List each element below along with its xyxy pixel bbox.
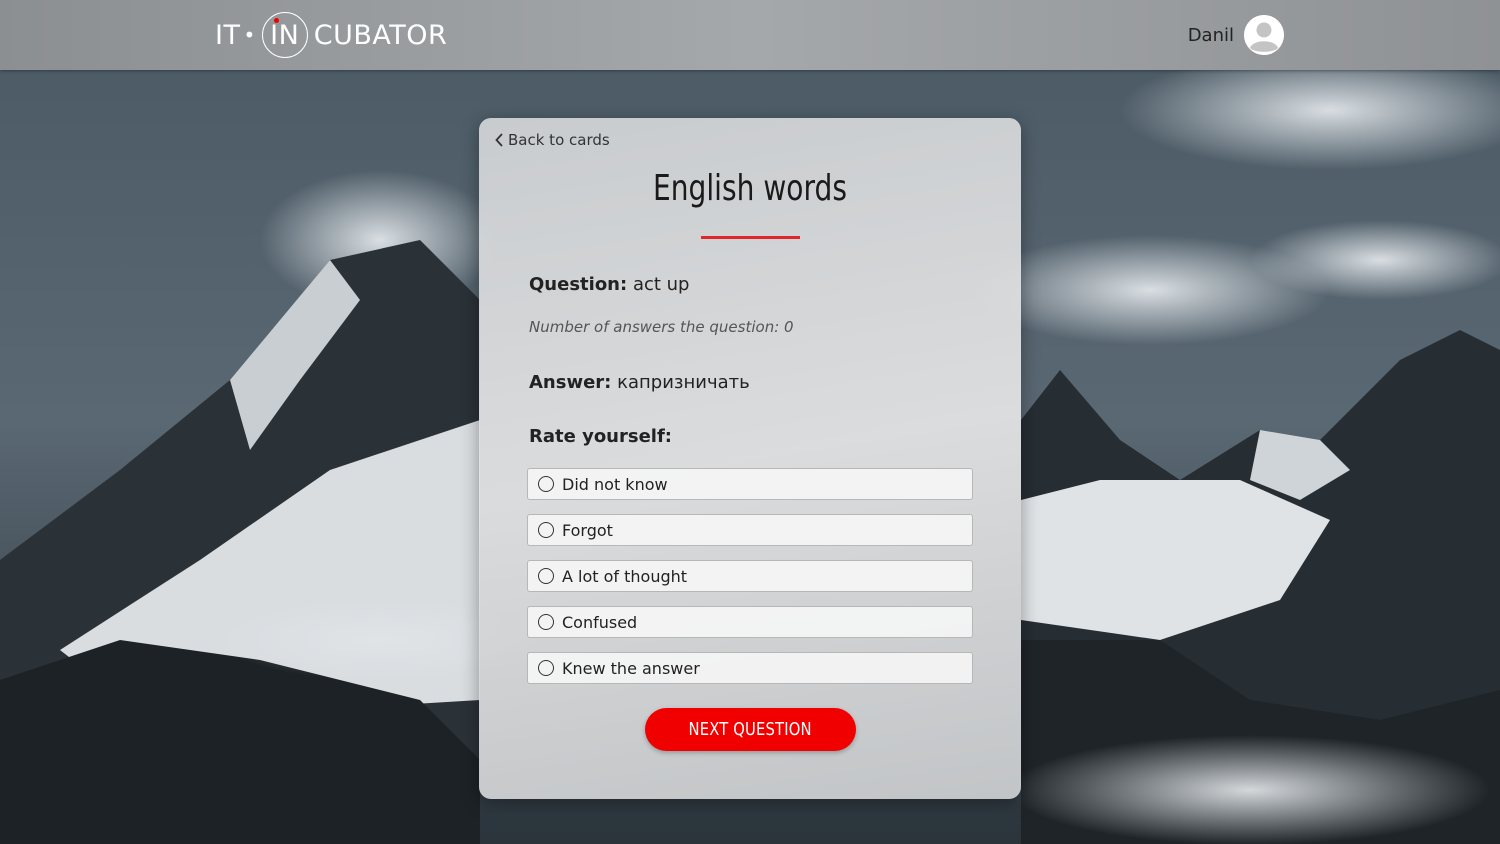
learn-card: Back to cards English words Question: ac… xyxy=(479,118,1021,799)
radio-icon[interactable] xyxy=(538,568,554,584)
option-label: Forgot xyxy=(562,520,613,540)
logo-text-left: IT xyxy=(215,19,241,51)
radio-icon[interactable] xyxy=(538,614,554,630)
option-label: Did not know xyxy=(562,474,668,494)
it-incubator-logo[interactable]: IT • IN CUBATOR xyxy=(215,10,447,60)
option-label: Knew the answer xyxy=(562,658,700,678)
answer-value: капризничать xyxy=(617,372,750,393)
option-confused[interactable]: Confused xyxy=(527,606,973,638)
logo-red-dot xyxy=(273,18,279,23)
rating-options: Did not know Forgot A lot of thought Con… xyxy=(527,468,973,698)
option-label: Confused xyxy=(562,612,638,632)
radio-icon[interactable] xyxy=(538,660,554,676)
option-knew-the-answer[interactable]: Knew the answer xyxy=(527,652,973,684)
answers-count: Number of answers the question: 0 xyxy=(529,318,794,336)
chevron-left-icon xyxy=(495,133,503,147)
logo-text-right: CUBATOR xyxy=(313,19,448,51)
back-to-cards-link[interactable]: Back to cards xyxy=(495,131,610,149)
question-value: act up xyxy=(632,274,690,295)
back-label: Back to cards xyxy=(508,131,610,149)
rate-yourself-label: Rate yourself: xyxy=(529,426,672,447)
radio-icon[interactable] xyxy=(538,476,554,492)
user-menu[interactable]: Danil xyxy=(1188,15,1284,55)
top-header: IT • IN CUBATOR Danil xyxy=(0,0,1500,70)
user-icon xyxy=(1244,15,1284,55)
user-name: Danil xyxy=(1187,24,1234,46)
question-label: Question: xyxy=(529,274,628,295)
title-underline xyxy=(701,236,800,239)
option-label: A lot of thought xyxy=(562,566,688,586)
page-title: English words xyxy=(653,168,847,209)
question-row: Question: act up xyxy=(529,274,689,295)
logo-text-middle: IN xyxy=(270,19,300,51)
answer-label: Answer: xyxy=(529,372,612,393)
option-a-lot-of-thought[interactable]: A lot of thought xyxy=(527,560,973,592)
option-did-not-know[interactable]: Did not know xyxy=(527,468,973,500)
next-question-button[interactable]: NEXT QUESTION xyxy=(645,708,856,751)
avatar[interactable] xyxy=(1244,15,1284,55)
next-question-label: NEXT QUESTION xyxy=(688,719,813,740)
logo-dot: • xyxy=(243,23,256,47)
answer-row: Answer: капризничать xyxy=(529,372,750,393)
option-forgot[interactable]: Forgot xyxy=(527,514,973,546)
radio-icon[interactable] xyxy=(538,522,554,538)
logo-ring: IN xyxy=(261,12,308,58)
